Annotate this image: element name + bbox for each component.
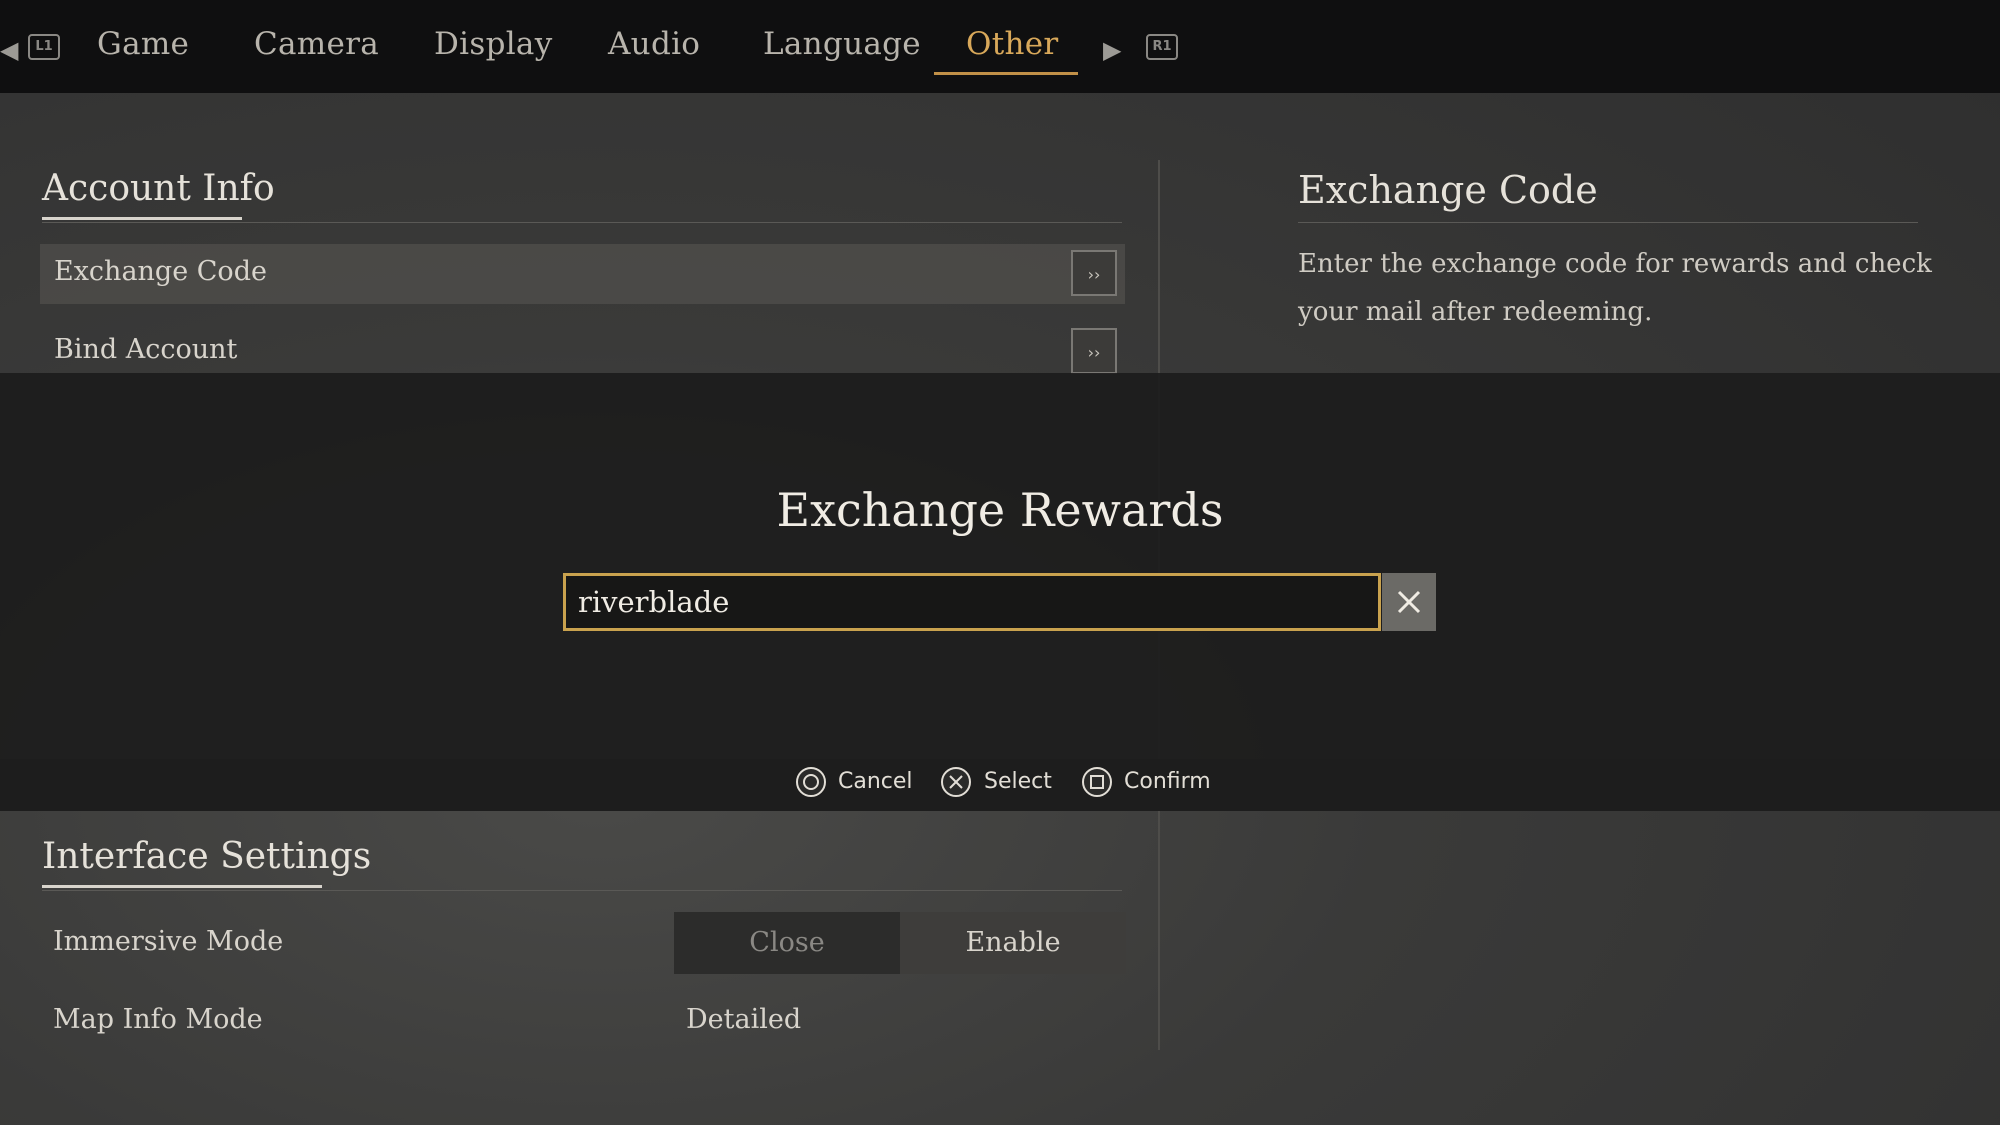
tab-audio[interactable]: Audio: [608, 26, 700, 62]
exchange-code-row[interactable]: Exchange Code ››: [40, 244, 1125, 304]
map-info-mode-value[interactable]: Detailed: [686, 1004, 801, 1035]
cancel-hint[interactable]: Cancel: [838, 769, 913, 794]
immersive-enable-option[interactable]: Enable: [900, 912, 1126, 974]
interface-settings-rule: [42, 890, 1122, 891]
tab-game[interactable]: Game: [97, 26, 189, 62]
r1-button-icon[interactable]: R1: [1146, 34, 1178, 60]
detail-title: Exchange Code: [1298, 168, 1598, 212]
account-info-title: Account Info: [42, 168, 275, 209]
bind-account-arrow-icon[interactable]: ››: [1071, 328, 1117, 374]
tab-display[interactable]: Display: [434, 26, 553, 62]
tab-language[interactable]: Language: [763, 26, 921, 62]
nav-prev-arrow-icon[interactable]: ◀: [0, 36, 18, 64]
dialog-title: Exchange Rewards: [776, 483, 1224, 537]
clear-input-button[interactable]: [1382, 573, 1436, 631]
detail-description: Enter the exchange code for rewards and …: [1298, 249, 1932, 327]
account-info-rule: [42, 222, 1122, 223]
circle-button-icon[interactable]: [796, 767, 826, 797]
cross-button-icon[interactable]: [941, 767, 971, 797]
select-hint[interactable]: Select: [984, 769, 1052, 794]
interface-settings-underline: [42, 885, 322, 888]
top-nav: ◀ L1 Game Camera Display Audio Language …: [0, 0, 2000, 93]
interface-settings-title: Interface Settings: [42, 836, 372, 877]
map-info-mode-label: Map Info Mode: [53, 1004, 263, 1035]
exchange-rewards-dialog: Exchange Rewards: [0, 373, 2000, 759]
tab-other[interactable]: Other: [966, 26, 1059, 62]
button-hint-bar: Cancel Select Confirm: [0, 759, 2000, 811]
confirm-hint[interactable]: Confirm: [1124, 769, 1211, 794]
bind-account-label: Bind Account: [54, 334, 238, 365]
nav-next-arrow-icon[interactable]: ▶: [1103, 36, 1121, 64]
detail-rule: [1298, 222, 1918, 223]
square-button-icon[interactable]: [1082, 767, 1112, 797]
tab-camera[interactable]: Camera: [254, 26, 379, 62]
exchange-code-input[interactable]: [563, 573, 1381, 631]
l1-button-icon[interactable]: L1: [28, 34, 60, 60]
account-info-underline: [42, 217, 242, 220]
immersive-close-option[interactable]: Close: [674, 912, 900, 974]
exchange-code-arrow-icon[interactable]: ››: [1071, 250, 1117, 296]
close-icon: [1397, 590, 1421, 614]
exchange-code-label: Exchange Code: [54, 256, 267, 287]
active-tab-underline: [934, 72, 1078, 75]
immersive-mode-label: Immersive Mode: [53, 926, 284, 957]
